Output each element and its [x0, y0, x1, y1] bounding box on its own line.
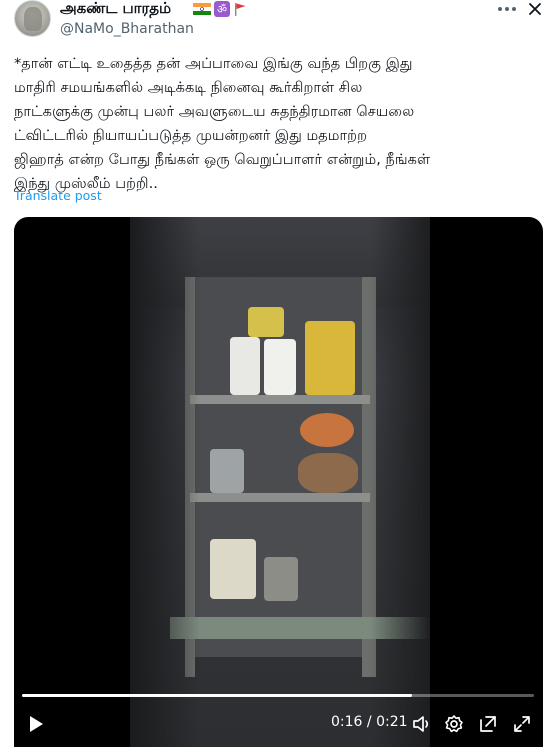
current-time: 0:16 — [331, 714, 363, 730]
video-frame — [130, 217, 430, 747]
tweet-text: *தான் எட்டி உதைத்த தன் அப்பாவை இங்கு வந்… — [14, 55, 431, 192]
author-badges: ॐ — [193, 1, 247, 17]
fullscreen-icon[interactable] — [512, 714, 532, 734]
red-flag-icon — [235, 3, 246, 16]
om-icon: ॐ — [214, 1, 230, 17]
video-progress-bar[interactable] — [22, 694, 534, 697]
close-icon[interactable] — [526, 0, 544, 18]
translate-post-link[interactable]: Translate post — [14, 188, 102, 203]
tweet-header: அகண்ட பாரதம் ॐ @NaMo_Bharathan — [0, 0, 550, 44]
more-options-icon[interactable] — [496, 2, 518, 16]
settings-gear-icon[interactable] — [444, 714, 464, 734]
volume-icon[interactable] — [412, 714, 432, 734]
author-display-name[interactable]: அகண்ட பாரதம் — [60, 0, 171, 19]
author-handle[interactable]: @NaMo_Bharathan — [60, 21, 194, 37]
video-player[interactable]: 0:16 / 0:21 — [14, 217, 543, 747]
avatar[interactable] — [14, 0, 51, 37]
video-time: 0:16 / 0:21 — [331, 714, 408, 730]
video-progress-fill — [22, 694, 413, 697]
avatar-emblem — [24, 7, 42, 31]
play-icon[interactable] — [28, 715, 44, 733]
india-flag-icon — [193, 3, 211, 15]
duration: 0:21 — [376, 714, 408, 730]
time-separator: / — [362, 714, 377, 730]
pop-out-icon[interactable] — [478, 714, 498, 734]
